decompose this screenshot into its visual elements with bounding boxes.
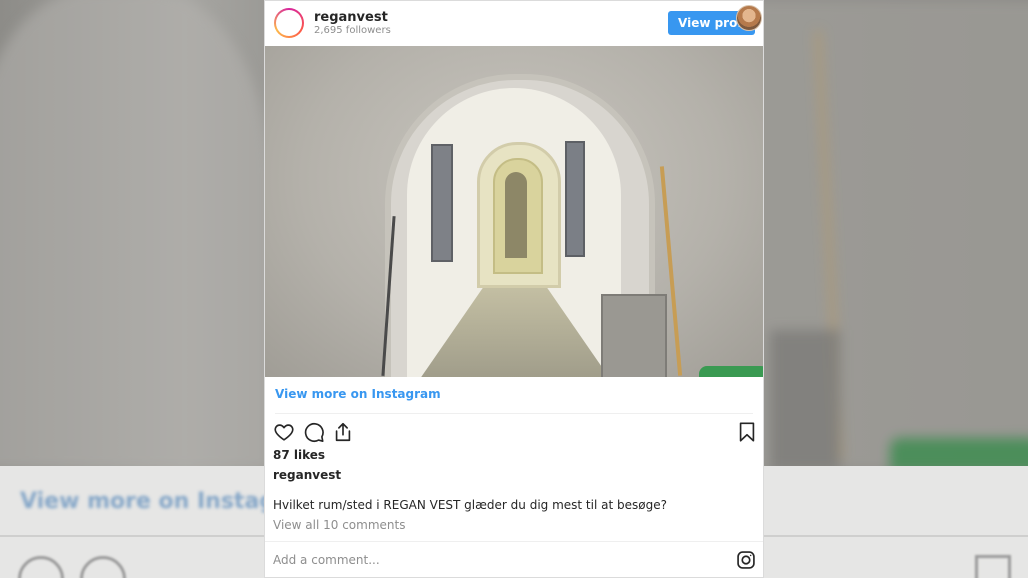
like-count[interactable]: 87 likes [273,448,325,462]
background-ghost-bookmark-icon [975,555,1011,578]
caption-username[interactable]: reganvest [273,468,341,482]
avatar[interactable] [274,8,304,38]
concrete-block [601,294,667,377]
post-caption: Hvilket rum/sted i REGAN VEST glæder du … [273,498,667,512]
comment-divider [265,541,763,542]
blast-door-right [565,141,585,257]
share-icon[interactable] [332,421,354,443]
user-profile-picture [736,5,762,31]
green-object [699,366,763,377]
background-ghost-link: View more on Instag [20,489,276,514]
heart-icon[interactable] [273,421,295,443]
background-box [770,330,840,470]
bookmark-icon[interactable] [736,421,758,443]
instagram-icon[interactable] [736,550,756,570]
blast-door-left [431,144,453,262]
post-image[interactable] [265,46,763,377]
post-header: reganvest 2,695 followers View profile [265,1,763,46]
add-comment-input[interactable]: Add a comment... [273,553,380,567]
follower-count: 2,695 followers [314,25,391,36]
comment-icon[interactable] [303,421,325,443]
divider [275,413,753,414]
view-more-link[interactable]: View more on Instagram [275,387,441,401]
view-comments-link[interactable]: View all 10 comments [273,518,405,532]
username-link[interactable]: reganvest [314,10,388,25]
corridor-end [505,172,527,258]
background-arch-left [0,0,270,470]
action-bar [265,419,763,445]
instagram-embed-card: reganvest 2,695 followers View profile V… [264,0,764,578]
